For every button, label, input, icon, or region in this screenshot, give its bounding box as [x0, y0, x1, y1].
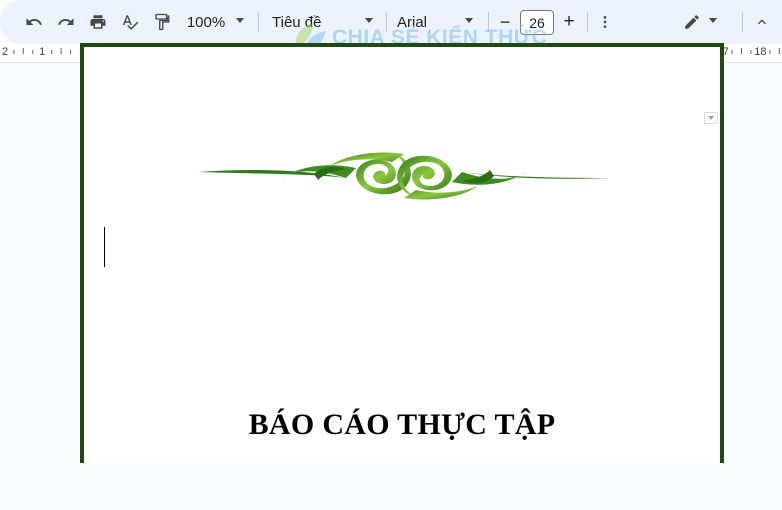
- zoom-select[interactable]: 100%: [184, 9, 228, 35]
- increase-font-size-button[interactable]: +: [561, 9, 577, 35]
- decrease-font-size-button[interactable]: −: [497, 9, 513, 35]
- ruler-label: 1: [39, 46, 45, 58]
- page-options-icon[interactable]: [704, 112, 718, 124]
- undo-button[interactable]: [22, 9, 46, 35]
- decorative-ornament: [198, 152, 610, 200]
- redo-icon: [58, 18, 74, 25]
- separator: [587, 12, 588, 32]
- text-cursor: [104, 227, 105, 267]
- printer-icon: [90, 15, 106, 29]
- paint-format-button[interactable]: [150, 9, 174, 35]
- redo-button[interactable]: [54, 9, 78, 35]
- separator: [742, 12, 743, 32]
- chevron-up-icon: [758, 19, 766, 25]
- hide-menus-button[interactable]: [752, 9, 772, 35]
- more-options-button[interactable]: [596, 9, 614, 35]
- document-title[interactable]: BÁO CÁO THỰC TẬP: [84, 408, 720, 442]
- font-size-input[interactable]: 26: [520, 10, 554, 35]
- style-dropdown-icon[interactable]: [365, 18, 373, 23]
- pencil-icon: [685, 15, 699, 29]
- separator: [488, 12, 489, 32]
- separator: [386, 12, 387, 32]
- ruler-label: 2: [2, 46, 8, 58]
- toolbar: 100% Tiêu đề Arial − 26 +: [0, 0, 782, 44]
- more-vert-icon: [603, 16, 607, 28]
- spellcheck-button[interactable]: [118, 9, 142, 35]
- font-select[interactable]: Arial: [397, 9, 447, 35]
- editing-mode-button[interactable]: [680, 9, 704, 35]
- ruler-label: 18: [754, 46, 766, 58]
- font-dropdown-icon[interactable]: [465, 18, 473, 23]
- document-page[interactable]: [80, 43, 724, 463]
- undo-icon: [26, 18, 42, 25]
- separator: [258, 12, 259, 32]
- paragraph-style-select[interactable]: Tiêu đề: [272, 9, 336, 35]
- paint-roller-icon: [155, 13, 170, 31]
- spellcheck-icon: [122, 15, 139, 30]
- editing-mode-dropdown-icon[interactable]: [709, 18, 717, 23]
- zoom-dropdown-icon[interactable]: [236, 18, 244, 23]
- print-button[interactable]: [86, 9, 110, 35]
